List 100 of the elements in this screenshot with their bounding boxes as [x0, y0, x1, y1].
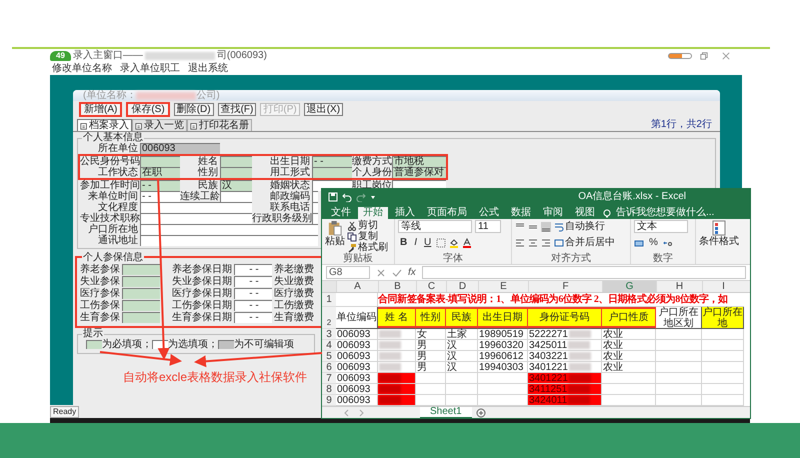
toolbar-button[interactable]: 退出(X): [304, 103, 344, 116]
paste-button[interactable]: 粘贴: [325, 236, 345, 247]
conditional-format-button[interactable]: 条件格式: [699, 236, 739, 247]
caret-icon[interactable]: [370, 194, 376, 200]
input-field[interactable]: [312, 202, 318, 213]
menu-item[interactable]: 修改单位名称: [52, 62, 112, 74]
input-field[interactable]: - -: [312, 156, 352, 167]
check-icon[interactable]: [392, 268, 402, 278]
name-box[interactable]: G8: [326, 266, 370, 279]
toolbar-button[interactable]: 新增(A): [79, 102, 122, 117]
fill-color-icon[interactable]: [449, 238, 460, 248]
restore-icon[interactable]: [700, 52, 708, 60]
input-field[interactable]: [220, 156, 252, 167]
ribbon-tab[interactable]: 公式: [474, 207, 504, 219]
column-header[interactable]: D: [446, 281, 478, 292]
menu-item[interactable]: 录入单位职工: [120, 62, 180, 74]
font-name-field[interactable]: 等线: [398, 220, 472, 233]
border-icon[interactable]: [436, 238, 446, 248]
ribbon-tab[interactable]: 开始: [358, 207, 388, 219]
toolbar-button[interactable]: 查找(F): [218, 103, 256, 116]
cell-text: 男: [416, 362, 427, 372]
currency-icon[interactable]: [634, 238, 644, 248]
input-field[interactable]: - -: [140, 180, 180, 191]
insert-function-button[interactable]: fx: [408, 267, 416, 278]
ribbon-tab[interactable]: 文件: [326, 207, 356, 219]
input-field[interactable]: [312, 167, 352, 178]
sheet-tab[interactable]: Sheet1: [420, 407, 472, 418]
column-header[interactable]: G: [602, 281, 656, 292]
minimize-icon[interactable]: [668, 53, 692, 59]
field-label: 连续工龄: [180, 191, 220, 202]
font-style-button[interactable]: I: [412, 237, 420, 248]
input-field[interactable]: 普通参保对: [392, 167, 446, 178]
number-format-field[interactable]: 文本: [634, 220, 688, 233]
date-field[interactable]: - -: [234, 300, 272, 310]
ribbon-tab[interactable]: 数据: [506, 207, 536, 219]
input-field[interactable]: 市地税: [392, 156, 446, 167]
input-field[interactable]: [312, 213, 318, 224]
input-field[interactable]: [140, 224, 318, 235]
toolbar-button[interactable]: 删除(D): [174, 103, 214, 116]
save-icon[interactable]: [328, 192, 338, 202]
input-field[interactable]: [140, 156, 180, 167]
undo-icon[interactable]: [342, 192, 352, 202]
column-header[interactable]: B: [378, 281, 416, 292]
cancel-icon[interactable]: [376, 268, 386, 278]
conditional-format-icon[interactable]: [712, 220, 726, 236]
date-field[interactable]: - -: [234, 312, 272, 322]
tab[interactable]: 档案录入: [77, 119, 132, 131]
input-field[interactable]: - -: [140, 191, 180, 202]
tell-me-field[interactable]: 告诉我您想要做什么...: [616, 207, 714, 219]
input-field[interactable]: [122, 276, 160, 286]
input-field[interactable]: [122, 288, 160, 298]
align-right-icon[interactable]: [541, 238, 551, 248]
toolbar-button[interactable]: 保存(S): [126, 102, 170, 117]
column-header[interactable]: E: [478, 281, 528, 292]
company-label: (单位名称：: [83, 90, 136, 101]
wrap-text-button[interactable]: 自动换行: [554, 221, 605, 232]
column-header[interactable]: H: [656, 281, 702, 292]
align-center-icon[interactable]: [528, 238, 538, 248]
add-sheet-icon[interactable]: [476, 408, 486, 418]
record-counter: 第1行，共2行: [650, 119, 713, 131]
input-field[interactable]: [312, 191, 318, 202]
input-field[interactable]: [220, 191, 252, 202]
input-field[interactable]: 006093: [140, 143, 220, 154]
copy-button[interactable]: 复制: [347, 231, 388, 242]
close-icon[interactable]: [722, 52, 730, 60]
date-field[interactable]: - -: [234, 288, 272, 298]
input-field[interactable]: [122, 300, 160, 310]
input-field[interactable]: [122, 264, 160, 274]
cut-button[interactable]: 剪切: [347, 220, 388, 231]
formula-field[interactable]: [422, 266, 746, 279]
ribbon-tab[interactable]: 页面布局: [422, 207, 472, 219]
menu-item[interactable]: 退出系统: [188, 62, 228, 74]
input-field[interactable]: 汉: [220, 180, 252, 191]
percent-button[interactable]: %: [647, 237, 660, 248]
ribbon-tab[interactable]: 视图: [570, 207, 600, 219]
font-size-field[interactable]: 11: [475, 220, 501, 233]
tab[interactable]: 录入一览: [132, 119, 187, 131]
input-field[interactable]: [220, 167, 252, 178]
input-field[interactable]: [122, 312, 160, 322]
column-header[interactable]: I: [702, 281, 744, 292]
font-color-icon[interactable]: [462, 238, 472, 248]
ribbon-tab[interactable]: 插入: [390, 207, 420, 219]
align-left-icon[interactable]: [515, 238, 525, 248]
header-cell: 性别: [416, 307, 446, 329]
font-style-button[interactable]: U: [422, 237, 434, 248]
input-field[interactable]: 在职: [140, 167, 180, 178]
redo-icon[interactable]: [356, 192, 366, 202]
font-style-button[interactable]: B: [398, 237, 410, 248]
column-header[interactable]: C: [416, 281, 446, 292]
input-field[interactable]: [140, 202, 252, 213]
input-field[interactable]: [140, 213, 252, 224]
column-header[interactable]: A: [336, 281, 378, 292]
ribbon-tab[interactable]: 审阅: [538, 207, 568, 219]
format-painter-button[interactable]: 格式刷: [347, 242, 388, 253]
tab[interactable]: 打印花名册: [187, 119, 252, 131]
align-bottom-icon[interactable]: [541, 222, 551, 232]
input-field[interactable]: [140, 235, 318, 246]
date-field[interactable]: - -: [234, 276, 272, 286]
merge-center-button[interactable]: 合并后居中: [554, 237, 615, 248]
date-field[interactable]: - -: [234, 264, 272, 274]
